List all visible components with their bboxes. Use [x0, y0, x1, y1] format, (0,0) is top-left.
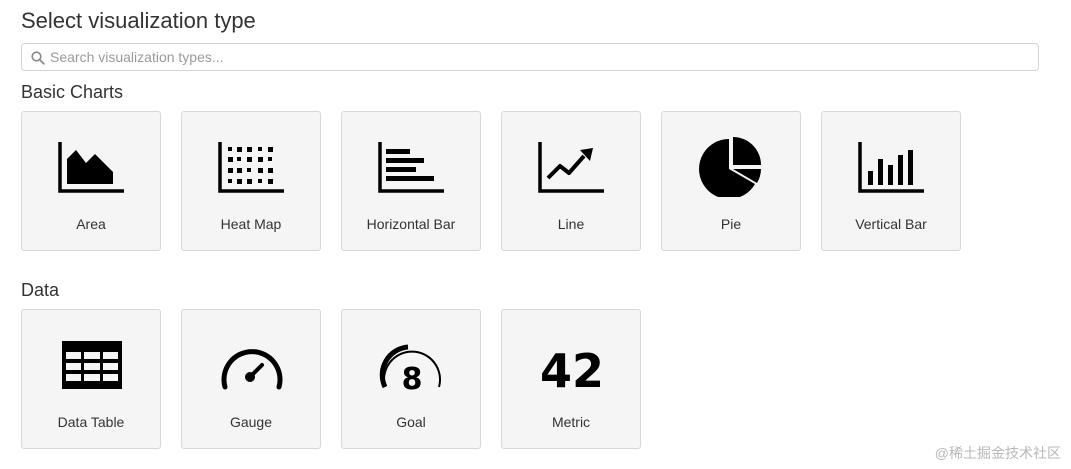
vis-type-metric[interactable]: 42 Metric [501, 309, 641, 449]
vis-type-label: Data Table [57, 414, 125, 430]
line-chart-icon [538, 142, 604, 193]
vertical-bar-icon [858, 142, 924, 193]
search-box[interactable] [21, 43, 1039, 71]
heat-map-icon [218, 142, 284, 193]
vis-type-data-table[interactable]: Data Table [21, 309, 161, 449]
vis-type-label: Goal [396, 414, 426, 430]
goal-value: 8 [402, 362, 423, 395]
search-input[interactable] [50, 47, 1000, 67]
metric-icon: 42 [540, 344, 604, 395]
section-title-data: Data [21, 280, 60, 300]
vis-type-vertical-bar[interactable]: Vertical Bar [821, 111, 961, 251]
vis-type-label: Line [557, 216, 585, 232]
vis-type-label: Metric [551, 414, 591, 430]
vis-type-horizontal-bar[interactable]: Horizontal Bar [341, 111, 481, 251]
vis-type-goal[interactable]: 8 Goal [341, 309, 481, 449]
vis-type-pie[interactable]: Pie [661, 111, 801, 251]
horizontal-bar-icon [378, 142, 444, 193]
vis-type-label: Heat Map [220, 216, 282, 232]
goal-icon: 8 [379, 344, 441, 395]
area-chart-icon [58, 142, 124, 193]
pie-chart-icon [699, 137, 761, 197]
data-table-icon [62, 341, 122, 389]
section-title-basic-charts: Basic Charts [21, 82, 124, 102]
search-icon [31, 51, 45, 65]
gauge-icon [221, 349, 283, 390]
vis-type-label: Horizontal Bar [366, 216, 456, 232]
vis-type-label: Pie [720, 216, 742, 232]
vis-type-label: Gauge [229, 414, 273, 430]
data-grid: Data Table Gauge 8 Goal 42 Metric [21, 309, 641, 449]
vis-type-gauge[interactable]: Gauge [181, 309, 321, 449]
watermark: @稀土掘金技术社区 [934, 445, 1061, 461]
vis-type-label: Area [76, 216, 106, 232]
vis-type-line[interactable]: Line [501, 111, 641, 251]
metric-value: 42 [540, 344, 604, 395]
vis-type-area[interactable]: Area [21, 111, 161, 251]
page-title: Select visualization type [21, 8, 256, 33]
vis-type-label: Vertical Bar [855, 216, 927, 232]
vis-type-heat-map[interactable]: Heat Map [181, 111, 321, 251]
basic-charts-grid: Area Heat Map Horizontal Bar Line Pie Ve… [21, 111, 961, 251]
